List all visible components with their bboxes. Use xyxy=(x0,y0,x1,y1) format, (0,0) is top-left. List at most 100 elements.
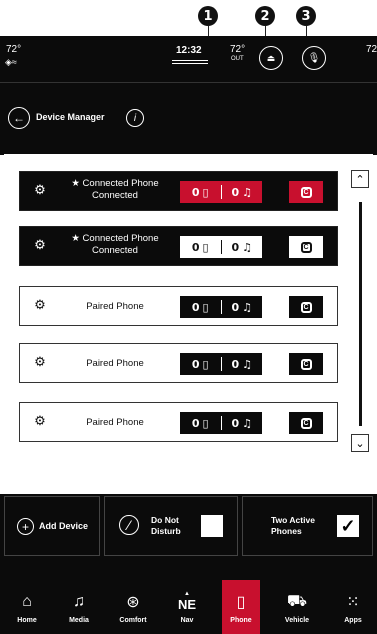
device-name: Paired Phone xyxy=(60,417,170,429)
nav-phone[interactable]: ▯ Phone xyxy=(222,580,260,634)
projection-icon: C xyxy=(300,417,312,429)
nav-media[interactable]: ♫ Media xyxy=(56,580,102,634)
phone-icon: ▯ xyxy=(202,185,209,199)
driver-temperature[interactable]: 72° xyxy=(6,44,21,55)
connection-pill[interactable]: 0 ▯ 0 ♫ xyxy=(180,412,262,434)
scroll-up-button[interactable]: ⌃ xyxy=(351,170,369,188)
calls-count: 0 xyxy=(191,357,200,371)
device-row[interactable]: ⚙ Paired Phone 0 ▯ 0 ♫ C xyxy=(19,286,338,326)
nav-comfort[interactable]: ⊛ Comfort xyxy=(110,580,156,634)
bottom-nav: ⌂ Home ♫ Media ⊛ Comfort ▲ NE Nav ▯ Phone ⛟ Vehicle ⁙… xyxy=(0,580,377,634)
nav-label: Vehicle xyxy=(284,616,310,624)
apps-grid-icon: ⁙ xyxy=(346,593,360,611)
device-name: ★ Connected Phone Connected xyxy=(60,233,170,257)
favorite-star-icon: ★ xyxy=(71,233,83,244)
connection-pill[interactable]: 0 ▯ 0 ♫ xyxy=(180,181,262,203)
connection-pill[interactable]: 0 ▯ 0 ♫ xyxy=(180,236,262,258)
scroll-down-button[interactable]: ⌄ xyxy=(351,434,369,452)
favorite-star-icon: ★ xyxy=(71,178,83,189)
media-audio-toggle[interactable]: 0 ♫ xyxy=(222,186,263,199)
media-count: 0 xyxy=(231,300,240,314)
device-status: Connected xyxy=(92,245,138,256)
callout-marker-2: 2 xyxy=(255,6,275,26)
music-note-icon: ♫ xyxy=(242,416,253,430)
phone-icon: ▯ xyxy=(202,357,209,371)
gear-icon[interactable]: ⚙ xyxy=(32,182,48,198)
nav-vehicle[interactable]: ⛟ Vehicle xyxy=(274,580,320,634)
projection-button[interactable]: C xyxy=(289,296,323,318)
music-note-icon: ♫ xyxy=(242,185,253,199)
nav-nav[interactable]: ▲ NE Nav xyxy=(164,580,210,634)
media-count: 0 xyxy=(231,357,240,371)
nav-label: Apps xyxy=(344,616,362,624)
device-name-label: Paired Phone xyxy=(86,417,144,428)
projection-icon: C xyxy=(300,186,312,198)
device-row[interactable]: ⚙ ★ Connected Phone Connected 0 ▯ 0 ♫ C xyxy=(19,171,338,211)
phone-calls-toggle[interactable]: 0 ▯ xyxy=(180,301,221,314)
gear-icon[interactable]: ⚙ xyxy=(32,297,48,313)
gear-icon[interactable]: ⚙ xyxy=(32,354,48,370)
microphone-icon[interactable]: 🎙 xyxy=(302,46,326,70)
info-icon[interactable]: i xyxy=(126,109,144,127)
media-audio-toggle[interactable]: 0 ♫ xyxy=(222,241,263,254)
seat-heat-icon[interactable]: ◈≈ xyxy=(5,57,17,68)
nav-label: Comfort xyxy=(119,616,147,624)
two-active-phones-label: Two Active xyxy=(271,515,315,525)
connection-pill[interactable]: 0 ▯ 0 ♫ xyxy=(180,296,262,318)
action-bar: + Add Device ⁄ Do Not Disturb Two Active… xyxy=(0,494,377,580)
gear-icon[interactable]: ⚙ xyxy=(32,413,48,429)
add-icon: + xyxy=(17,518,34,535)
media-audio-toggle[interactable]: 0 ♫ xyxy=(222,301,263,314)
projection-button[interactable]: C xyxy=(289,353,323,375)
two-active-phones-toggle[interactable]: Two Active Phones ✓ xyxy=(242,496,373,556)
device-row[interactable]: ⚙ Paired Phone 0 ▯ 0 ♫ C xyxy=(19,343,338,383)
device-name: Paired Phone xyxy=(60,358,170,370)
do-not-disturb-label: Disturb xyxy=(151,526,181,536)
media-count: 0 xyxy=(231,240,240,254)
do-not-disturb-toggle[interactable]: ⁄ Do Not Disturb xyxy=(104,496,238,556)
projection-button[interactable]: C xyxy=(289,236,323,258)
add-device-button[interactable]: + Add Device xyxy=(4,496,100,556)
calls-count: 0 xyxy=(191,416,200,430)
outside-label: OUT xyxy=(231,56,244,62)
projection-button[interactable]: C xyxy=(289,181,323,203)
device-name-label: Paired Phone xyxy=(86,358,144,369)
phone-icon: ▯ xyxy=(202,240,209,254)
passenger-temperature[interactable]: 72 xyxy=(366,44,377,55)
car-icon: ⛟ xyxy=(286,592,308,610)
checkmark-icon: ✓ xyxy=(340,515,356,536)
nav-label: Nav xyxy=(180,616,194,624)
gear-icon[interactable]: ⚙ xyxy=(32,237,48,253)
phone-calls-toggle[interactable]: 0 ▯ xyxy=(180,358,221,371)
do-not-disturb-checkbox[interactable] xyxy=(201,515,223,537)
compass-heading: NE xyxy=(177,596,197,612)
device-list: ⚙ ★ Connected Phone Connected 0 ▯ 0 ♫ C ⚙ ★ Conne… xyxy=(4,154,373,488)
projection-button[interactable]: C xyxy=(289,412,323,434)
clock-divider xyxy=(172,60,208,61)
nav-apps[interactable]: ⁙ Apps xyxy=(330,580,376,634)
phone-icon: ▯ xyxy=(202,416,209,430)
device-row[interactable]: ⚙ ★ Connected Phone Connected 0 ▯ 0 ♫ C xyxy=(19,226,338,266)
phone-calls-toggle[interactable]: 0 ▯ xyxy=(180,241,221,254)
nav-home[interactable]: ⌂ Home xyxy=(4,580,50,634)
music-note-icon: ♫ xyxy=(242,300,253,314)
callout-marker-1: 1 xyxy=(198,6,218,26)
media-audio-toggle[interactable]: 0 ♫ xyxy=(222,358,263,371)
two-active-phones-checkbox[interactable]: ✓ xyxy=(337,515,359,537)
device-name-label: Connected Phone xyxy=(82,178,159,189)
home-icon: ⌂ xyxy=(22,592,32,610)
driver-profile-icon[interactable]: ⏏ xyxy=(259,46,283,70)
media-count: 0 xyxy=(231,416,240,430)
phone-calls-toggle[interactable]: 0 ▯ xyxy=(180,186,221,199)
projection-icon: C xyxy=(300,301,312,313)
phone-calls-toggle[interactable]: 0 ▯ xyxy=(180,417,221,430)
music-note-icon: ♫ xyxy=(73,592,85,610)
device-name-label: Connected Phone xyxy=(82,233,159,244)
device-row[interactable]: ⚙ Paired Phone 0 ▯ 0 ♫ C xyxy=(19,402,338,442)
connection-pill[interactable]: 0 ▯ 0 ♫ xyxy=(180,353,262,375)
scrollbar-track[interactable] xyxy=(359,202,362,426)
back-arrow-icon[interactable]: ← xyxy=(8,107,30,129)
outside-temperature: 72° xyxy=(230,44,246,55)
page-title: Device Manager xyxy=(36,112,105,122)
media-audio-toggle[interactable]: 0 ♫ xyxy=(222,417,263,430)
